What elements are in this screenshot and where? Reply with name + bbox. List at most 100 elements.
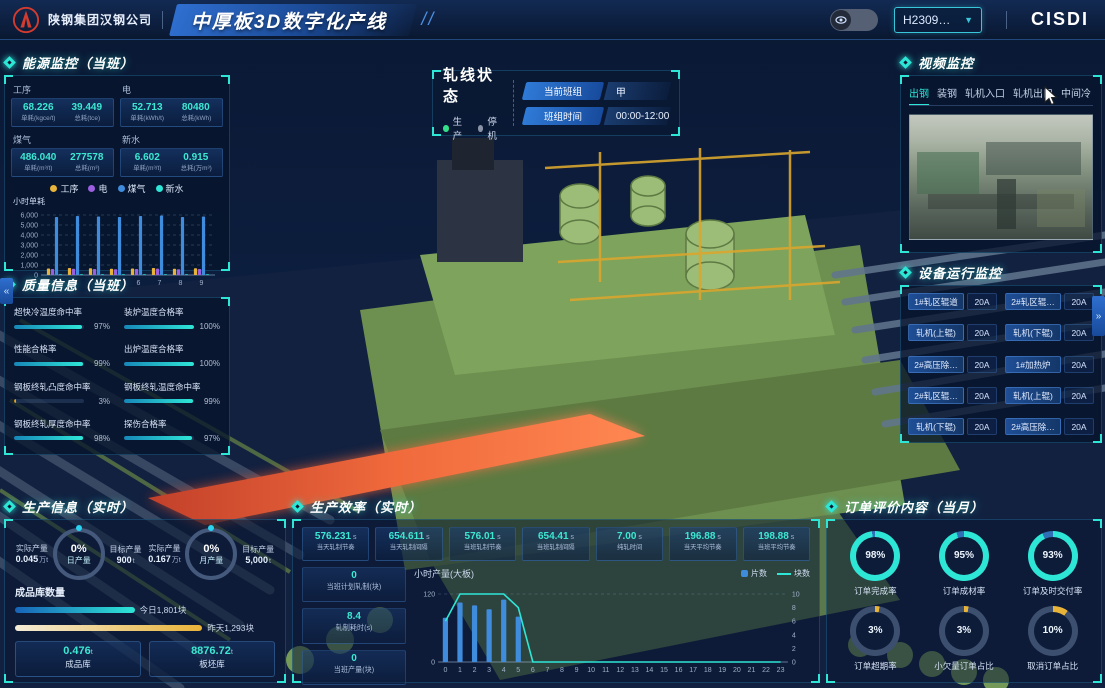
video-tab[interactable]: 轧机入口: [965, 82, 1005, 105]
quality-percent: 100%: [198, 359, 220, 368]
video-tab[interactable]: 出钢: [909, 82, 929, 105]
cisdi-logo: CISDI: [1031, 9, 1089, 30]
energy-total-value: 39.449: [63, 102, 112, 113]
left-collapse-handle[interactable]: «: [0, 278, 13, 304]
device-name[interactable]: 轧机(下辊): [908, 418, 964, 435]
energy-total-value: 277578: [63, 152, 112, 163]
order-ring-label: 小欠量订单占比: [934, 660, 994, 672]
energy-total-label: 总耗(kWh): [173, 113, 218, 122]
order-ring: 98% 订单完成率: [833, 528, 918, 599]
device-current-value: 20A: [1064, 387, 1094, 404]
line-legend-swatch: [777, 573, 791, 575]
svg-text:14: 14: [646, 667, 654, 674]
svg-text:4: 4: [502, 667, 506, 674]
quality-item: 装炉温度合格率 100%: [124, 306, 220, 334]
order-ring-donut: 95%: [939, 531, 989, 581]
device-row: 轧机(下辊) 20A: [908, 418, 997, 435]
inventory-title: 成品库数量: [15, 584, 275, 599]
device-name[interactable]: 2#高压除…: [908, 356, 964, 373]
status-legend-item[interactable]: 生产: [443, 114, 468, 142]
device-current-value: 20A: [967, 293, 997, 310]
visibility-toggle[interactable]: [830, 9, 878, 31]
heat-number-select[interactable]: H2309… ▼: [894, 7, 982, 33]
device-row: 2#轧区辊… 20A: [908, 387, 997, 404]
quality-item: 性能合格率 99%: [14, 343, 110, 371]
energy-unit-label: 单耗(m³/t): [16, 163, 61, 172]
video-tab[interactable]: 装钢: [937, 82, 957, 105]
right-collapse-handle[interactable]: »: [1092, 296, 1105, 336]
panel-diamond-icon: [826, 501, 837, 512]
quality-label: 钢板终轧厚度命中率: [14, 418, 110, 430]
svg-text:19: 19: [718, 667, 726, 674]
device-name[interactable]: 1#轧区辊道: [908, 293, 964, 310]
quality-item: 探伤合格率 97%: [124, 418, 220, 446]
legend-bars: 片数: [741, 568, 767, 579]
video-tab[interactable]: 轧机出口: [1013, 82, 1053, 105]
device-name[interactable]: 轧机(上辊): [908, 324, 964, 341]
company-logo-icon: [12, 6, 40, 34]
svg-text:120: 120: [423, 592, 435, 599]
device-row: 2#轧区辊… 20A: [1005, 293, 1094, 310]
svg-text:2,000: 2,000: [20, 253, 38, 260]
efficiency-stat-card: 196.88 s当天平均节奏: [669, 527, 736, 561]
device-row: 轧机(下辊) 20A: [1005, 324, 1094, 341]
quality-percent: 100%: [198, 322, 220, 331]
efficiency-panel: 生产效率（实时） 576.231 s当天轧制节奏 654.611 s当天轧制间隔…: [292, 496, 820, 683]
slab-store-card: 8876.72t 板坯库: [149, 641, 275, 677]
top-bar: 陕钢集团汉钢公司 中厚板3D数字化产线 // H2309… ▼ CISDI: [0, 0, 1105, 40]
device-name[interactable]: 2#高压除…: [1005, 418, 1061, 435]
svg-text:3: 3: [487, 667, 491, 674]
efficiency-stat-card: 576.01 s当班轧制节奏: [449, 527, 516, 561]
device-current-value: 20A: [967, 356, 997, 373]
efficiency-side-stat: 0当班产量(块): [302, 650, 406, 685]
legend-item: 新水: [156, 182, 184, 195]
order-ring: 95% 订单成材率: [922, 528, 1007, 599]
quality-label: 出炉温度合格率: [124, 343, 220, 355]
efficiency-stat-card: 576.231 s当天轧制节奏: [302, 527, 369, 561]
video-tab[interactable]: 中间冷: [1061, 82, 1091, 105]
video-monitor-panel: 视频监控 出钢装钢轧机入口轧机出口中间冷电动辊…: [900, 52, 1102, 253]
quality-label: 性能合格率: [14, 343, 110, 355]
efficiency-stat-card: 7.00 s纯轧时间: [596, 527, 663, 561]
order-ring: 93% 订单及时交付率: [1010, 528, 1095, 599]
device-row: 轧机(上辊) 20A: [1005, 387, 1094, 404]
status-legend-item[interactable]: 停机: [478, 114, 503, 142]
order-ring-label: 订单成材率: [943, 585, 986, 597]
energy-group: 新水 6.602单耗(m³/t) 0.915总耗(万m³): [120, 132, 223, 177]
svg-text:10: 10: [792, 592, 800, 599]
devices-panel-title: 设备运行监控: [918, 263, 1002, 282]
svg-text:10: 10: [587, 667, 595, 674]
svg-text:0: 0: [431, 660, 435, 667]
panel-diamond-icon: [900, 267, 911, 278]
line-status-panel: 轧线状态 生产停机 当前班组 甲 班组时间 00:00-12:00: [432, 70, 680, 136]
svg-text:12: 12: [616, 667, 624, 674]
camera-feed[interactable]: [909, 114, 1093, 240]
status-row-label: 当前班组: [521, 82, 603, 100]
device-current-value: 20A: [967, 418, 997, 435]
yesterday-inventory-bar: [15, 625, 202, 631]
energy-group-name: 煤气: [13, 133, 114, 146]
title-slashes: //: [421, 9, 435, 30]
monthly-output-percent: 0%: [203, 543, 219, 555]
panel-diamond-icon: [4, 501, 15, 512]
device-name[interactable]: 2#轧区辊…: [908, 387, 964, 404]
panel-diamond-icon: [292, 501, 303, 512]
finished-store-card: 0.476t 成品库: [15, 641, 141, 677]
device-row: 2#高压除… 20A: [1005, 418, 1094, 435]
device-name[interactable]: 轧机(下辊): [1005, 324, 1061, 341]
device-name[interactable]: 2#轧区辊…: [1005, 293, 1061, 310]
daily-output-percent: 0%: [71, 543, 87, 555]
quality-item: 出炉温度合格率 100%: [124, 343, 220, 371]
device-name[interactable]: 1#加热炉: [1005, 356, 1061, 373]
device-name[interactable]: 轧机(上辊): [1005, 387, 1061, 404]
energy-unit-value: 6.602: [123, 152, 172, 163]
panel-diamond-icon: [900, 57, 911, 68]
quality-info-panel: 质量信息（当班） 超快冷温度命中率 97% 装炉温度合格率 100% 性能合格率…: [4, 274, 230, 455]
svg-text:20: 20: [733, 667, 741, 674]
quality-item: 钢板终轧厚度命中率 98%: [14, 418, 110, 446]
energy-group-name: 新水: [122, 133, 223, 146]
quality-label: 钢板终轧凸度命中率: [14, 381, 110, 393]
bar-legend-swatch: [741, 570, 748, 577]
energy-panel-title: 能源监控（当班）: [22, 53, 134, 72]
energy-monitor-panel: 能源监控（当班） 工序 68.226单耗(kgce/t) 39.449总耗(tc…: [4, 52, 230, 271]
